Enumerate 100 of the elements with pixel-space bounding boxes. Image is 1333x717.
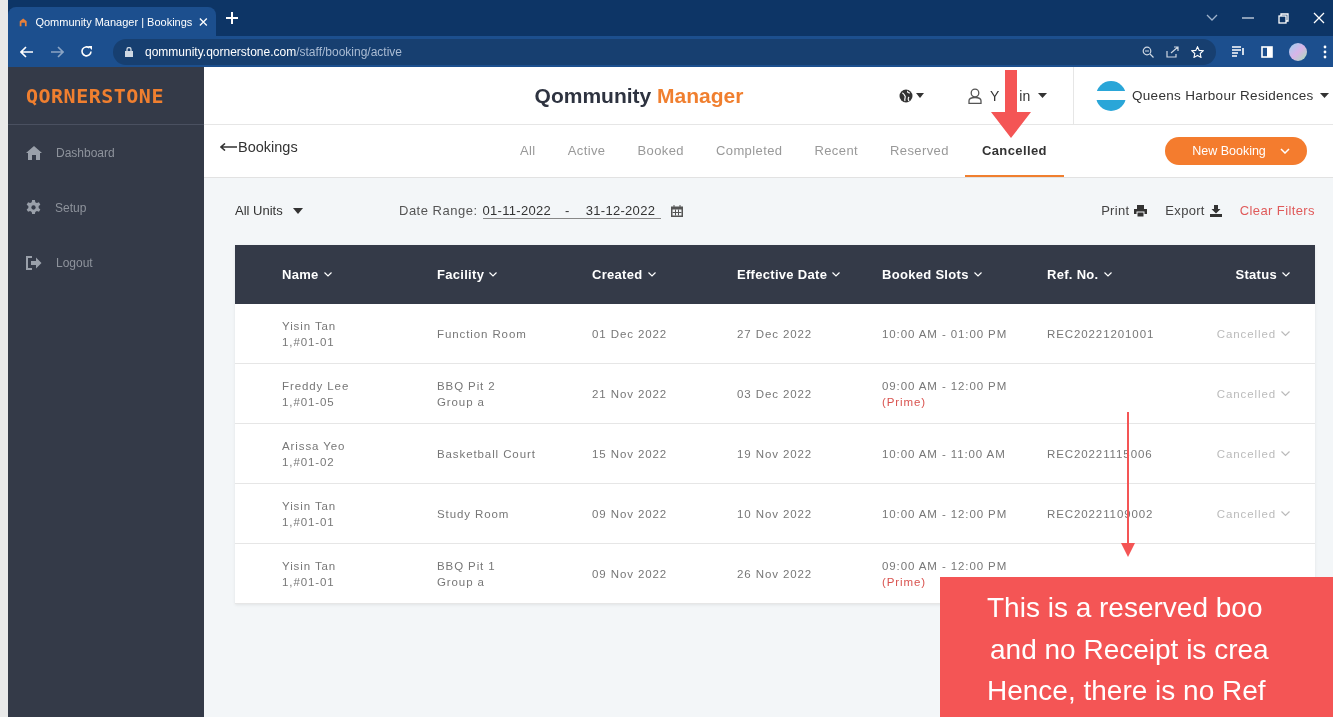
user-name-start: Y <box>990 87 1000 104</box>
effective-date: 19 Nov 2022 <box>737 447 814 460</box>
back-arrow-icon[interactable] <box>20 45 34 58</box>
export-button[interactable]: Export <box>1165 203 1222 218</box>
chevron-down-icon <box>1281 330 1290 337</box>
menu-icon[interactable] <box>1323 44 1327 59</box>
chevron-down-icon <box>489 272 498 277</box>
booked-slot: 09:00 AM - 12:00 PM <box>882 559 1047 572</box>
annotation-text: Hence, there is no Ref <box>987 674 1267 708</box>
user-menu[interactable]: Y in <box>968 87 1050 104</box>
booked-slot: 10:00 AM - 12:00 PM <box>882 507 1047 520</box>
resident-name: Yisin Tan <box>282 319 338 332</box>
close-icon[interactable] <box>199 16 208 27</box>
close-icon[interactable] <box>1313 12 1325 24</box>
created-date: 15 Nov 2022 <box>592 447 669 460</box>
column-header[interactable]: Booked Slots <box>882 267 1047 282</box>
annotation-arrow <box>991 70 1031 138</box>
column-header[interactable]: Status <box>1180 267 1290 282</box>
address-field[interactable]: qommunity.qornerstone.com/staff/booking/active <box>113 38 1216 65</box>
caret-icon <box>1319 93 1329 98</box>
booked-slot: 10:00 AM - 01:00 PM <box>882 327 1047 340</box>
url-text: qommunity.qornerstone.com/staff/booking/active <box>145 44 403 59</box>
chevron-down-icon[interactable] <box>1206 14 1218 22</box>
reload-icon[interactable] <box>80 45 93 58</box>
reference-number: REC20221201001 <box>1047 327 1156 340</box>
effective-date: 10 Nov 2022 <box>737 507 814 520</box>
media-icon[interactable] <box>1232 46 1245 57</box>
resident-name: Yisin Tan <box>282 559 338 572</box>
effective-date: 27 Dec 2022 <box>737 327 814 340</box>
prime-label: (Prime) <box>882 575 927 588</box>
user-name-end: in <box>1019 87 1031 104</box>
chevron-down-icon <box>647 272 656 277</box>
chevron-down-icon <box>1282 272 1290 277</box>
logout-icon <box>26 255 42 270</box>
column-header[interactable]: Effective Date <box>737 267 882 282</box>
chevron-down-icon <box>1281 510 1290 517</box>
chevron-down-icon <box>832 272 841 277</box>
app-title: Qommunity Manager <box>534 83 744 108</box>
date-range-field[interactable]: 01-11-2022 - 31-12-2022 <box>482 202 662 219</box>
facility-text: Study Room <box>437 507 511 520</box>
share-icon[interactable] <box>1166 45 1179 58</box>
calendar-icon[interactable] <box>671 204 684 217</box>
date-range-label: Date Range: <box>399 203 478 218</box>
home-icon <box>26 145 42 160</box>
chevron-down-icon <box>1281 450 1290 457</box>
user-icon <box>968 87 982 104</box>
new-tab-icon[interactable] <box>226 12 238 24</box>
star-icon[interactable] <box>1191 45 1204 58</box>
language-dropdown[interactable] <box>899 88 924 103</box>
chevron-down-icon <box>1279 148 1290 154</box>
facility-text: Group a <box>437 575 486 588</box>
column-header[interactable]: Name <box>282 267 437 282</box>
chevron-down-icon <box>973 272 982 277</box>
browser-tab[interactable]: Qommunity Manager | Bookings <box>8 7 216 36</box>
effective-date: 26 Nov 2022 <box>737 567 814 580</box>
chevron-down-icon <box>1103 272 1112 277</box>
column-header[interactable]: Ref. No. <box>1047 267 1180 282</box>
facility-text: Function Room <box>437 327 528 340</box>
logo: QORNERSTONE <box>26 83 164 108</box>
facility-text: BBQ Pit 1 <box>437 559 497 572</box>
column-header[interactable]: Facility <box>437 267 592 282</box>
zoom-out-icon[interactable] <box>1142 45 1154 58</box>
facility-text: Group a <box>437 395 486 408</box>
back-arrow-icon <box>220 143 237 151</box>
created-date: 21 Nov 2022 <box>592 387 669 400</box>
gear-icon <box>26 200 41 215</box>
annotation-text: This is a reserved boo <box>987 591 1264 625</box>
globe-icon <box>899 88 913 103</box>
column-header[interactable]: Created <box>592 267 737 282</box>
booked-slot: 10:00 AM - 11:00 AM <box>882 447 1047 460</box>
caret-icon <box>1038 93 1048 98</box>
back-link[interactable]: Bookings <box>220 139 504 155</box>
sidebar-item[interactable]: Logout <box>8 235 204 290</box>
forward-arrow-icon[interactable] <box>50 45 64 58</box>
resident-name: Yisin Tan <box>282 499 338 512</box>
facility-text: Basketball Court <box>437 447 537 460</box>
printer-icon <box>1134 204 1148 217</box>
resident-name: Arissa Yeo <box>282 439 347 452</box>
prime-label: (Prime) <box>882 395 927 408</box>
chevron-down-icon <box>1281 390 1290 397</box>
sidebar-item[interactable]: Dashboard <box>8 125 204 180</box>
unit-number: 1,#01-05 <box>282 395 336 408</box>
property-selector[interactable]: Queens Harbour Residences <box>1073 67 1333 124</box>
created-date: 01 Dec 2022 <box>592 327 669 340</box>
facility-text: BBQ Pit 2 <box>437 379 497 392</box>
lock-icon <box>125 46 133 57</box>
tab-title: Qommunity Manager | Bookings <box>35 15 193 28</box>
created-date: 09 Nov 2022 <box>592 507 669 520</box>
booked-slot: 09:00 AM - 12:00 PM <box>882 379 1047 392</box>
restore-icon[interactable] <box>1278 12 1289 24</box>
annotation-text: and no Receipt is crea <box>989 632 1270 667</box>
profile-avatar[interactable] <box>1289 42 1307 61</box>
created-date: 09 Nov 2022 <box>592 567 669 580</box>
download-icon <box>1209 204 1222 217</box>
side-panel-icon[interactable] <box>1261 45 1273 58</box>
units-dropdown[interactable]: All Units <box>235 203 399 218</box>
caret-icon <box>916 93 924 98</box>
unit-number: 1,#01-02 <box>282 455 336 468</box>
sidebar-item[interactable]: Setup <box>8 180 204 235</box>
print-button[interactable]: Print <box>1101 203 1148 218</box>
